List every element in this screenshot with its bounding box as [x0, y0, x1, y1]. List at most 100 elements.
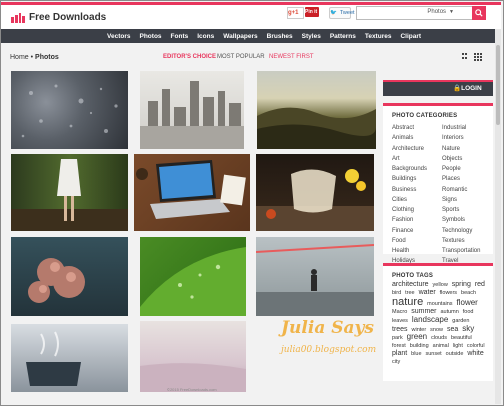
tag-link[interactable]: building: [410, 343, 429, 349]
nav-item-vectors[interactable]: Vectors: [107, 33, 131, 40]
tag-link[interactable]: food: [463, 309, 474, 315]
categories-title: PHOTO CATEGORIES: [392, 113, 458, 119]
nav-item-photos[interactable]: Photos: [140, 33, 162, 40]
tag-link[interactable]: Macro: [392, 309, 407, 315]
search-button[interactable]: [472, 6, 486, 20]
grid-small-icon[interactable]: [474, 53, 482, 61]
tag-link[interactable]: sky: [462, 324, 474, 333]
category-link[interactable]: Interiors: [442, 133, 480, 143]
tag-link[interactable]: clouds: [431, 335, 447, 341]
tag-link[interactable]: nature: [392, 296, 423, 308]
photo-valley-landscape[interactable]: [257, 71, 376, 149]
photo-girl-white-dress[interactable]: [11, 154, 128, 231]
photo-steaming-cup[interactable]: [11, 324, 128, 392]
category-link[interactable]: Nature: [442, 144, 480, 154]
category-link[interactable]: Art: [392, 154, 427, 164]
tag-link[interactable]: plant: [392, 350, 407, 357]
category-link[interactable]: Animals: [392, 133, 427, 143]
photo-rain-glass[interactable]: [11, 71, 128, 149]
photo-tea-flowers[interactable]: [256, 154, 374, 231]
category-link[interactable]: Health: [392, 246, 427, 256]
filter-most-popular[interactable]: MOST POPULAR: [217, 54, 265, 60]
tag-link[interactable]: spring: [452, 281, 471, 288]
tag-link[interactable]: flower: [457, 298, 478, 307]
nav-item-styles[interactable]: Styles: [302, 33, 321, 40]
category-link[interactable]: Cities: [392, 195, 427, 205]
category-link[interactable]: Transportation: [442, 246, 480, 256]
nav-item-icons[interactable]: Icons: [197, 33, 214, 40]
tag-link[interactable]: snow: [430, 327, 443, 333]
nav-item-patterns[interactable]: Patterns: [330, 33, 356, 40]
category-link[interactable]: Signs: [442, 195, 480, 205]
nav-item-wallpapers[interactable]: Wallpapers: [223, 33, 257, 40]
category-link[interactable]: Food: [392, 236, 427, 246]
photo-city-skyline[interactable]: [140, 71, 244, 149]
tag-link[interactable]: colorful: [467, 343, 485, 349]
tag-link[interactable]: sunset: [426, 351, 442, 357]
scrollbar-thumb[interactable]: [496, 45, 500, 125]
tag-link[interactable]: green: [407, 332, 427, 341]
pin-it-button[interactable]: Pin it: [305, 7, 319, 17]
tag-link[interactable]: yellow: [433, 282, 448, 288]
photo-laptop-desk[interactable]: [134, 154, 250, 231]
category-link[interactable]: Buildings: [392, 174, 427, 184]
category-link[interactable]: People: [442, 164, 480, 174]
tag-link[interactable]: trees: [392, 326, 408, 333]
category-link[interactable]: Technology: [442, 226, 480, 236]
tag-link[interactable]: park: [392, 335, 403, 341]
google-plus-button[interactable]: g+1: [287, 7, 304, 19]
breadcrumb-home[interactable]: Home: [10, 54, 29, 61]
tag-link[interactable]: mountains: [427, 301, 452, 307]
nav-item-fonts[interactable]: Fonts: [171, 33, 189, 40]
tweet-button[interactable]: 🐦 Tweet: [329, 7, 355, 19]
filter-newest-first[interactable]: NEWEST FIRST: [269, 54, 314, 60]
category-link[interactable]: Symbols: [442, 215, 480, 225]
nav-item-brushes[interactable]: Brushes: [267, 33, 293, 40]
tag-link[interactable]: water: [419, 289, 436, 296]
tag-link[interactable]: bird: [392, 290, 401, 296]
site-logo[interactable]: Free Downloads: [11, 12, 106, 23]
grid-large-icon[interactable]: [462, 53, 468, 59]
nav-item-clipart[interactable]: Clipart: [400, 33, 421, 40]
category-link[interactable]: Abstract: [392, 123, 427, 133]
tag-link[interactable]: beach: [461, 290, 476, 296]
tag-link[interactable]: red: [475, 281, 485, 288]
category-link[interactable]: Sports: [442, 205, 480, 215]
category-link[interactable]: Places: [442, 174, 480, 184]
category-link[interactable]: Business: [392, 185, 427, 195]
login-button[interactable]: 🔒LOGIN: [453, 84, 482, 92]
tag-link[interactable]: sea: [447, 326, 458, 333]
tag-link[interactable]: white: [467, 350, 483, 357]
tag-link[interactable]: tree: [405, 290, 414, 296]
tag-link[interactable]: animal: [433, 343, 449, 349]
category-link[interactable]: Architecture: [392, 144, 427, 154]
tag-link[interactable]: beautiful: [451, 335, 472, 341]
tag-link[interactable]: landscape: [412, 315, 448, 324]
tag-link[interactable]: light: [453, 343, 463, 349]
tag-link[interactable]: city: [392, 359, 400, 365]
tag-link[interactable]: flowers: [440, 290, 457, 296]
tag-link[interactable]: architecture: [392, 281, 429, 288]
category-link[interactable]: Romantic: [442, 185, 480, 195]
valley-image: [257, 107, 376, 149]
category-link[interactable]: Finance: [392, 226, 427, 236]
tag-link[interactable]: forest: [392, 343, 406, 349]
search-category-select[interactable]: Photos ▼: [427, 9, 454, 15]
tag-link[interactable]: outside: [446, 351, 464, 357]
tag-link[interactable]: garden: [452, 318, 469, 324]
category-link[interactable]: Backgrounds: [392, 164, 427, 174]
tag-link[interactable]: blue: [411, 351, 421, 357]
category-link[interactable]: Textures: [442, 236, 480, 246]
photo-dried-flowers[interactable]: [11, 237, 128, 316]
search-input[interactable]: Photos ▼: [356, 6, 473, 20]
nav-item-textures[interactable]: Textures: [365, 33, 392, 40]
category-link[interactable]: Fashion: [392, 215, 427, 225]
photo-pink-beach[interactable]: [140, 321, 246, 392]
photo-man-bridge[interactable]: [256, 237, 374, 316]
category-link[interactable]: Clothing: [392, 205, 427, 215]
category-link[interactable]: Industrial: [442, 123, 480, 133]
filter-editors-choice[interactable]: EDITOR'S CHOICE: [163, 54, 216, 60]
tag-link[interactable]: leaves: [392, 318, 408, 324]
category-link[interactable]: Objects: [442, 154, 480, 164]
photo-green-leaf-drops[interactable]: [140, 237, 246, 316]
